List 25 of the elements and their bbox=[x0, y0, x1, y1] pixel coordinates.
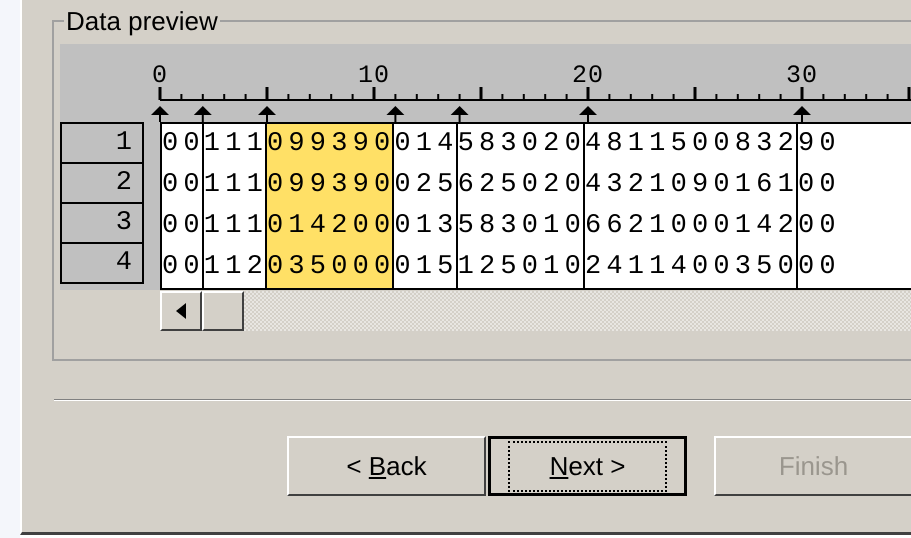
ruler-label: 0 bbox=[152, 61, 168, 90]
column-break-arrow-icon[interactable] bbox=[793, 106, 811, 122]
ruler-label: 10 bbox=[358, 61, 390, 90]
ruler-label: 20 bbox=[572, 61, 604, 90]
left-triangle-icon bbox=[176, 303, 186, 319]
group-title: Data preview bbox=[65, 6, 219, 36]
row-number-header: 3 bbox=[60, 202, 144, 244]
column-break-arrow-icon[interactable] bbox=[151, 106, 169, 122]
row-number-header: 1 bbox=[60, 122, 144, 164]
column-break-arrow-icon[interactable] bbox=[450, 106, 469, 122]
wizard-button[interactable]: Next > bbox=[488, 436, 687, 496]
scroll-left-button[interactable] bbox=[160, 291, 202, 331]
row-number-header: 2 bbox=[60, 162, 144, 204]
column-break-arrow-icon[interactable] bbox=[258, 106, 276, 122]
column-break-arrow-icon[interactable] bbox=[386, 106, 404, 122]
preview-cell: 099390 bbox=[264, 124, 394, 165]
row-number-header: 4 bbox=[60, 242, 144, 284]
preview-cell: 014200 bbox=[264, 206, 394, 247]
wizard-button[interactable]: < Back bbox=[287, 436, 486, 496]
preview-cell: 035000 bbox=[264, 247, 394, 288]
ruler-label: 30 bbox=[786, 61, 818, 90]
preview-cell: 099390 bbox=[264, 165, 394, 206]
column-break-arrow-icon[interactable] bbox=[579, 106, 597, 122]
column-break-arrow-icon[interactable] bbox=[194, 106, 212, 122]
scrollbar-thumb[interactable] bbox=[202, 291, 244, 331]
